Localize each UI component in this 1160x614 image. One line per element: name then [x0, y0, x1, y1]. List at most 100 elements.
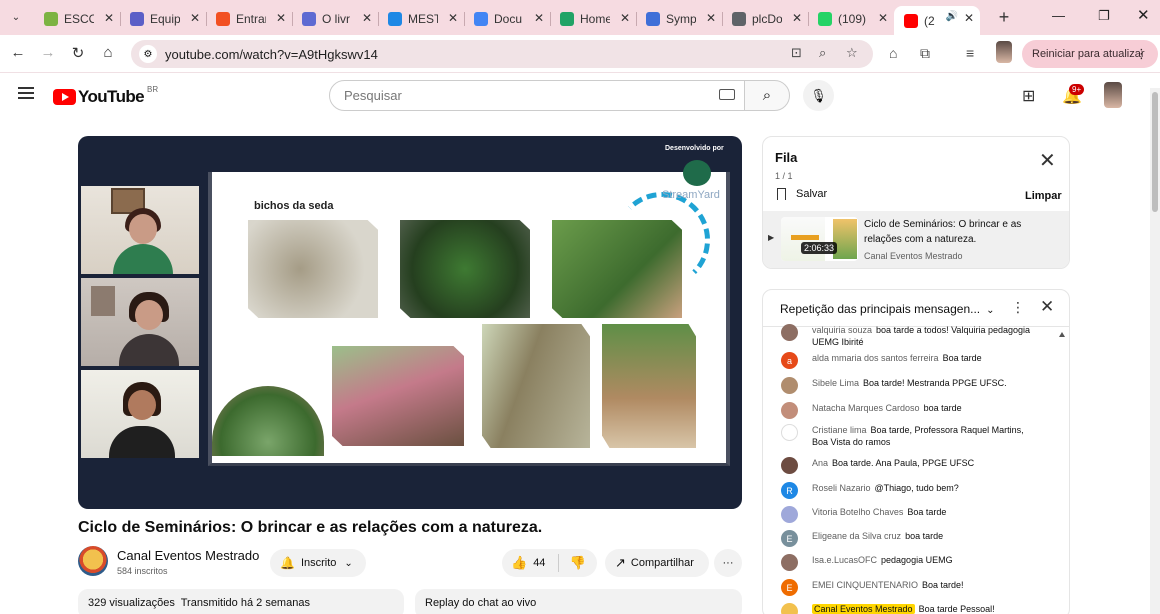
description-box[interactable]: 329 visualizações Transmitido há 2 seman…	[78, 589, 404, 614]
close-window-button[interactable]: ✕	[1137, 6, 1150, 24]
more-vert-icon[interactable]: ⋮	[1011, 299, 1025, 316]
chat-author-name[interactable]: Canal Eventos Mestrado	[812, 604, 915, 614]
extension-icon[interactable]: ⌂	[889, 45, 897, 61]
search-button[interactable]: ⌕	[744, 80, 790, 111]
chat-author-avatar[interactable]	[781, 324, 798, 341]
tab-favicon-icon	[388, 12, 402, 26]
audio-playing-icon[interactable]: 🔊	[946, 11, 958, 22]
bookmark-icon	[777, 188, 786, 200]
tab-close-icon[interactable]: ✕	[448, 11, 458, 25]
chat-author-avatar[interactable]	[781, 377, 798, 394]
chat-author-avatar[interactable]: a	[781, 352, 798, 369]
browser-tab[interactable]: Symp ✕	[636, 6, 723, 32]
browser-tab[interactable]: (109) ✕	[808, 6, 894, 32]
youtube-logo[interactable]: YouTube BR	[53, 85, 158, 107]
chat-author-avatar[interactable]: E	[781, 579, 798, 596]
profile-avatar[interactable]	[996, 41, 1012, 63]
browser-tab[interactable]: Home ✕	[550, 6, 637, 32]
browser-tab[interactable]: Docu ✕	[464, 6, 551, 32]
tab-close-icon[interactable]: ✕	[534, 11, 544, 25]
save-queue-button[interactable]: Salvar	[777, 188, 827, 200]
back-button[interactable]: ←	[8, 44, 28, 61]
browser-tab[interactable]: Entrar ✕	[206, 6, 293, 32]
forward-button[interactable]: →	[38, 44, 58, 61]
voice-search-button[interactable]: 🎙	[803, 80, 834, 111]
tab-close-icon[interactable]: ✕	[792, 11, 802, 25]
browser-tab[interactable]: plcDo ✕	[722, 6, 809, 32]
queue-item[interactable]: ▶ 2:06:33 Ciclo de Seminários: O brincar…	[763, 211, 1069, 268]
extensions-puzzle-icon[interactable]: ⧉	[920, 45, 930, 62]
channel-avatar[interactable]	[78, 546, 108, 576]
restart-to-update-button[interactable]: Reiniciar para atualizar ⋮	[1022, 40, 1158, 68]
share-button[interactable]: ↗ Compartilhar	[605, 549, 709, 577]
chat-author-name[interactable]: Eligeane da Silva cruz	[812, 531, 901, 541]
chat-author-avatar[interactable]	[781, 457, 798, 474]
tab-list: ESCO ✕ Equip ✕ Entrar ✕ O livr ✕ MEST ✕ Docu ✕ Home ✕…	[26, 0, 980, 35]
zoom-icon[interactable]: ⌕	[819, 45, 826, 61]
chat-author-name[interactable]: Vitoria Botelho Chaves	[812, 507, 903, 517]
like-icon[interactable]: 👍	[511, 555, 527, 571]
chat-author-name[interactable]: alda mmaria dos santos ferreira	[812, 353, 939, 363]
tab-favicon-icon	[818, 12, 832, 26]
chat-author-avatar[interactable]: E	[781, 530, 798, 547]
browser-tab[interactable]: ESCO ✕	[34, 6, 121, 32]
site-info-icon[interactable]: ⚙	[139, 45, 157, 63]
chat-author-name[interactable]: EMEI CINQUENTENARIO	[812, 580, 918, 590]
chat-author-name[interactable]: Ana	[812, 458, 828, 468]
browser-tab[interactable]: MEST ✕	[378, 6, 465, 32]
bookmark-star-icon[interactable]: ☆	[846, 45, 858, 61]
install-app-icon[interactable]: ⊡	[791, 45, 802, 61]
restart-label: Reiniciar para atualizar	[1032, 48, 1145, 60]
tab-close-icon[interactable]: ✕	[620, 11, 630, 25]
tab-close-icon[interactable]: ✕	[104, 11, 114, 25]
dislike-icon[interactable]: 👎	[569, 555, 585, 571]
search-input[interactable]: Pesquisar	[329, 80, 745, 111]
browser-tab[interactable]: (2 🔊 ✕	[894, 6, 980, 35]
media-controls-icon[interactable]: ≡	[966, 45, 974, 61]
slide-photo-children	[332, 346, 464, 446]
close-icon[interactable]: ✕	[1039, 151, 1056, 171]
minimize-button[interactable]: —	[1052, 8, 1065, 23]
more-actions-button[interactable]: ···	[714, 549, 742, 577]
chat-author-avatar[interactable]	[781, 554, 798, 571]
chat-author-avatar[interactable]	[781, 603, 798, 614]
chat-author-avatar[interactable]	[781, 402, 798, 419]
new-tab-button[interactable]: +	[990, 7, 1018, 28]
address-bar[interactable]: ⚙ youtube.com/watch?v=A9tHgkswv14 ⊡ ⌕ ☆	[131, 40, 873, 68]
subscribe-button[interactable]: 🔔 Inscrito ⌄	[270, 549, 366, 577]
browser-tab[interactable]: O livr ✕	[292, 6, 379, 32]
chat-author-avatar[interactable]	[781, 506, 798, 523]
close-icon[interactable]: ✕	[1040, 297, 1054, 317]
chat-author-name[interactable]: Isa.e.LucasOFC	[812, 555, 877, 565]
tab-close-icon[interactable]: ✕	[362, 11, 372, 25]
chat-author-name[interactable]: Cristiane lima	[812, 425, 867, 435]
tab-close-icon[interactable]: ✕	[190, 11, 200, 25]
browser-tab[interactable]: Equip ✕	[120, 6, 207, 32]
chat-replay-header[interactable]: Replay do chat ao vivo	[415, 589, 742, 614]
chat-scrollbar[interactable]	[1056, 328, 1068, 614]
keyboard-icon[interactable]	[719, 89, 735, 100]
reload-button[interactable]: ↻	[68, 44, 88, 62]
tab-close-icon[interactable]: ✕	[276, 11, 286, 25]
page-scrollbar[interactable]	[1150, 88, 1160, 614]
chat-author-avatar[interactable]: R	[781, 482, 798, 499]
chat-author-name[interactable]: Natacha Marques Cardoso	[812, 403, 920, 413]
create-video-icon[interactable]: ⊞	[1022, 86, 1035, 106]
menu-icon[interactable]	[18, 87, 34, 99]
chat-author-avatar[interactable]	[781, 424, 798, 441]
tab-close-icon[interactable]: ✕	[878, 11, 888, 25]
chat-author-name[interactable]: Sibele Lima	[812, 378, 859, 388]
maximize-button[interactable]: ❐	[1098, 8, 1110, 24]
tab-close-icon[interactable]: ✕	[706, 11, 716, 25]
tab-close-icon[interactable]: ✕	[964, 11, 974, 25]
chat-author-name[interactable]: valquiria souza	[812, 325, 872, 335]
home-icon[interactable]: ⌂	[98, 44, 118, 61]
account-avatar[interactable]	[1104, 82, 1122, 108]
video-player[interactable]: bichos da seda Desenvolvido por StreamYa…	[78, 136, 742, 509]
chat-author-name[interactable]: Roseli Nazario	[812, 483, 871, 493]
clear-queue-button[interactable]: Limpar	[1025, 190, 1062, 202]
tab-search-button[interactable]: ⌄	[6, 8, 26, 28]
chat-mode-dropdown[interactable]: Repetição das principais mensagen... ⌄	[780, 302, 995, 316]
browser-tab-strip: ⌄ ESCO ✕ Equip ✕ Entrar ✕ O livr ✕ MEST ✕ Docu ✕ Hom…	[0, 0, 1160, 35]
channel-name[interactable]: Canal Eventos Mestrado	[117, 548, 259, 563]
